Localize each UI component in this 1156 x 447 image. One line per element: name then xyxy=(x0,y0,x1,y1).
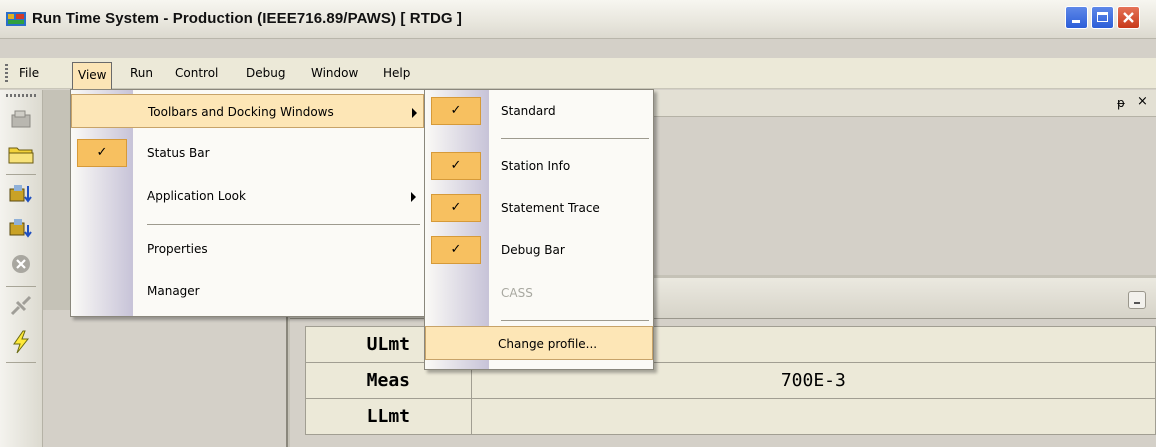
maximize-icon xyxy=(1097,12,1108,22)
check-icon: ✓ xyxy=(431,97,481,125)
dock-close-icon[interactable]: × xyxy=(1137,94,1148,109)
menu-item-label: Manager xyxy=(147,284,200,298)
toolbar-separator xyxy=(6,174,36,175)
toolbars-submenu: ✓ Standard ✓ Station Info ✓ Statement Tr… xyxy=(424,89,654,370)
table-row: LLmt xyxy=(305,398,1156,435)
maximize-button[interactable] xyxy=(1091,6,1114,29)
menu-run[interactable]: Run xyxy=(125,63,158,83)
pin-icon[interactable]: ᵽ xyxy=(1117,96,1125,110)
submenu-arrow-icon xyxy=(412,108,417,118)
menu-item-label: CASS xyxy=(501,286,533,300)
menu-control[interactable]: Control xyxy=(170,63,223,83)
menu-item-status-bar[interactable]: ✓ Status Bar xyxy=(71,136,424,170)
toolbar-separator xyxy=(6,362,36,363)
row-value xyxy=(470,398,1156,435)
menu-separator xyxy=(147,224,420,225)
menu-item-statement-trace[interactable]: ✓ Statement Trace xyxy=(425,191,653,225)
close-button[interactable] xyxy=(1117,6,1140,29)
menu-file[interactable]: File xyxy=(14,63,44,83)
menu-item-label: Standard xyxy=(501,104,556,118)
menu-item-label: Application Look xyxy=(147,189,246,203)
menu-window[interactable]: Window xyxy=(306,63,363,83)
menu-item-cass[interactable]: CASS xyxy=(425,276,653,310)
menu-item-toolbars-docking[interactable]: Toolbars and Docking Windows xyxy=(71,94,424,128)
menu-item-change-profile[interactable]: Change profile... xyxy=(425,326,653,360)
minimize-icon xyxy=(1072,20,1080,23)
row-label: LLmt xyxy=(305,398,472,435)
menu-bar: File View Run Control Debug Window Help xyxy=(0,58,1156,89)
step-over-icon[interactable] xyxy=(8,216,34,240)
submenu-arrow-icon xyxy=(411,192,416,202)
menubar-grip[interactable] xyxy=(5,64,8,82)
station-icon[interactable] xyxy=(8,108,34,132)
title-bar: Run Time System - Production (IEEE716.89… xyxy=(0,0,1156,39)
connect-icon[interactable] xyxy=(8,294,34,318)
menu-item-manager[interactable]: Manager xyxy=(71,274,424,308)
check-icon: ✓ xyxy=(431,236,481,264)
menu-item-label: Toolbars and Docking Windows xyxy=(148,105,334,119)
menu-item-station-info[interactable]: ✓ Station Info xyxy=(425,149,653,183)
window-title: Run Time System - Production (IEEE716.89… xyxy=(32,10,463,27)
menu-separator xyxy=(501,320,649,321)
menu-item-label: Properties xyxy=(147,242,208,256)
lightning-icon[interactable] xyxy=(8,330,34,354)
toolbar-separator xyxy=(6,286,36,287)
close-icon xyxy=(1123,12,1134,23)
app-icon xyxy=(6,12,26,26)
menu-item-label: Station Info xyxy=(501,159,571,173)
menu-debug[interactable]: Debug xyxy=(241,63,290,83)
menu-item-label: Status Bar xyxy=(147,146,210,160)
check-icon: ✓ xyxy=(431,194,481,222)
abort-icon[interactable] xyxy=(8,252,34,276)
open-folder-icon[interactable] xyxy=(8,142,34,166)
docked-window-header: ᵽ × xyxy=(650,90,1156,117)
check-icon: ✓ xyxy=(431,152,481,180)
menu-item-label: Statement Trace xyxy=(501,201,600,215)
left-panel xyxy=(43,310,288,447)
minimize-button[interactable] xyxy=(1065,6,1088,29)
docked-window: ᵽ × xyxy=(650,90,1156,275)
menu-item-standard[interactable]: ✓ Standard xyxy=(425,94,653,128)
menu-item-properties[interactable]: Properties xyxy=(71,232,424,266)
menu-separator xyxy=(501,138,649,139)
menu-help[interactable]: Help xyxy=(378,63,415,83)
menu-item-label: Change profile... xyxy=(498,337,598,351)
menu-item-debug-bar[interactable]: ✓ Debug Bar xyxy=(425,233,653,267)
left-toolbar xyxy=(0,90,43,447)
toolbar-grip[interactable] xyxy=(6,94,36,97)
step-into-icon[interactable] xyxy=(8,182,34,206)
menu-item-label: Debug Bar xyxy=(501,243,565,257)
check-icon: ✓ xyxy=(77,139,127,167)
menu-item-application-look[interactable]: Application Look xyxy=(71,179,424,213)
panel-minimize-button[interactable] xyxy=(1128,291,1146,309)
menu-view[interactable]: View xyxy=(72,62,113,89)
view-menu: Toolbars and Docking Windows ✓ Status Ba… xyxy=(70,89,425,317)
